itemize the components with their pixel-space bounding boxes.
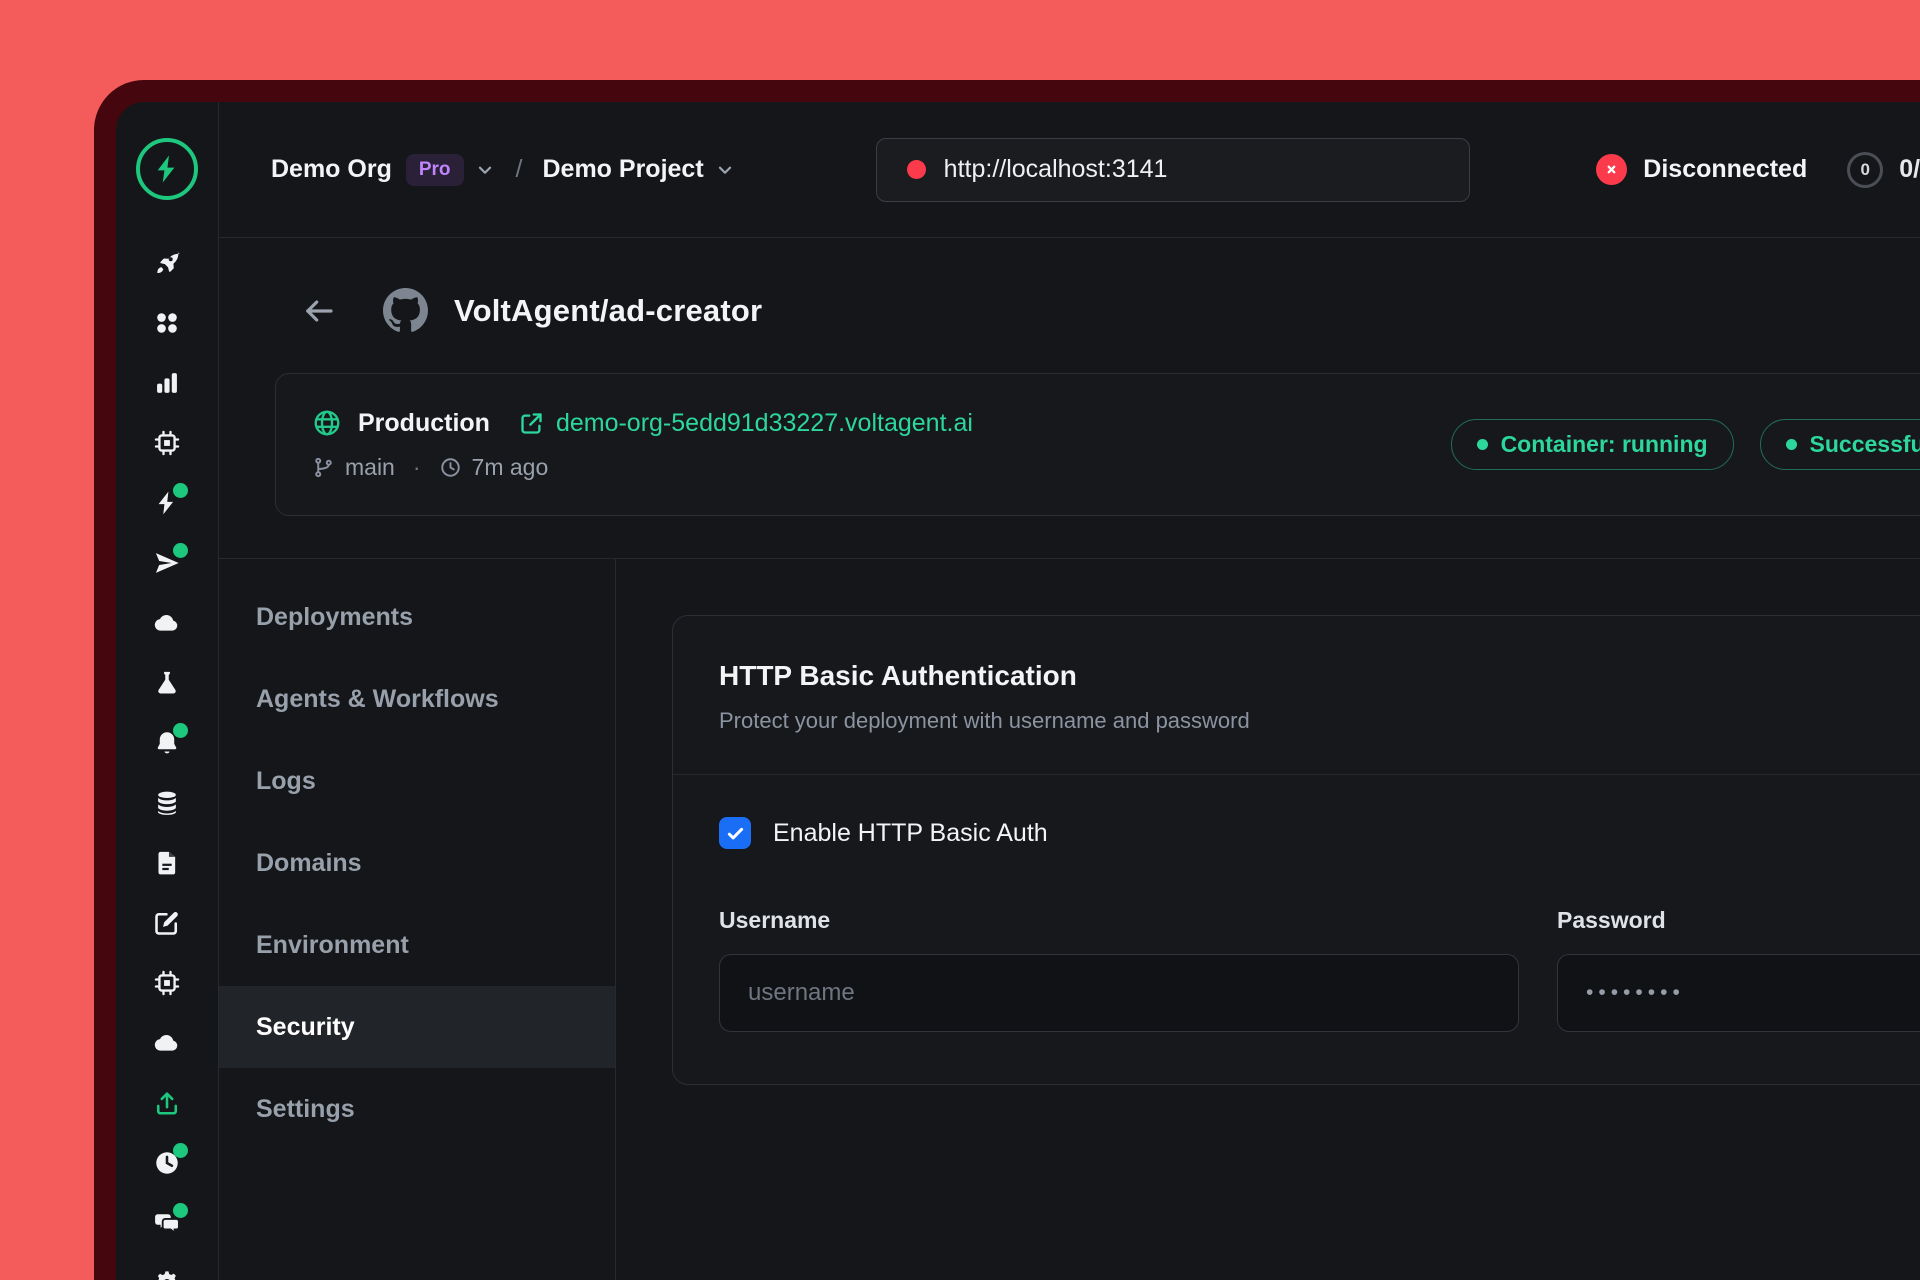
check-icon [725,823,746,844]
card-subtitle: Protect your deployment with username an… [719,708,1920,734]
notification-dot [173,543,188,558]
desktop-background: Demo Org Pro / Demo Project http://local… [0,0,1920,1280]
credential-fields: Username Password [719,907,1920,1032]
app-window: Demo Org Pro / Demo Project http://local… [94,80,1920,1280]
nav-item-domains[interactable]: Domains [219,822,615,904]
status-badges: Container: running Successful [1421,419,1920,470]
globe-icon [312,408,342,438]
password-label: Password [1557,907,1920,934]
document-icon[interactable] [137,835,197,895]
org-switcher[interactable]: Demo Org Pro [271,154,496,186]
username-field-group: Username [719,907,1519,1032]
deployment-meta: main · 7m ago [312,454,973,481]
connection-status-label[interactable]: Disconnected [1643,155,1807,184]
status-dot-icon [1477,439,1488,450]
deployment-card: Production demo-org-5edd91d33227.voltage… [275,373,1920,516]
icon-sidebar [116,102,219,1280]
rocket-icon[interactable] [137,235,197,295]
grid-icon[interactable] [137,295,197,355]
arrow-left-icon [301,293,337,329]
deployment-subnav: DeploymentsAgents & WorkflowsLogsDomains… [219,559,616,1280]
voltagent-bolt-icon [150,152,184,186]
username-input[interactable] [719,954,1519,1032]
database-icon[interactable] [137,775,197,835]
agent-counter-label: 0/6 [1899,155,1920,184]
top-bar: Demo Org Pro / Demo Project http://local… [219,102,1920,238]
password-field-group: Password [1557,907,1920,1032]
disconnected-x-icon [1596,154,1627,185]
clock-icon[interactable] [137,1135,197,1195]
server-url-value: http://localhost:3141 [944,155,1168,184]
chevron-down-icon [474,159,496,181]
cloud-icon[interactable] [137,595,197,655]
deployed-ago: 7m ago [472,454,549,481]
gear-icon[interactable] [137,1255,197,1280]
nav-item-security[interactable]: Security [219,986,615,1068]
external-link-icon [518,410,545,437]
environment-name: Production [358,409,490,438]
project-name: Demo Project [543,155,704,184]
notification-dot [173,483,188,498]
card-header: HTTP Basic Authentication Protect your d… [673,616,1920,774]
plan-badge: Pro [406,154,464,186]
deployment-info: Production demo-org-5edd91d33227.voltage… [312,408,973,481]
nav-item-settings[interactable]: Settings [219,1068,615,1150]
cloud-icon[interactable] [137,1015,197,1075]
send-icon[interactable] [137,535,197,595]
notification-dot [173,1143,188,1158]
meta-separator: · [413,454,421,481]
clock-icon [439,456,462,479]
nav-item-deployments[interactable]: Deployments [219,576,615,658]
github-icon[interactable] [383,288,428,333]
chat-bubbles-icon[interactable] [137,1195,197,1255]
pencil-square-icon[interactable] [137,895,197,955]
connection-dot-icon [907,160,926,179]
nav-item-agents-workflows[interactable]: Agents & Workflows [219,658,615,740]
breadcrumb-separator: / [516,155,523,184]
chevron-down-icon [714,159,736,181]
org-name: Demo Org [271,155,392,184]
checkbox-label: Enable HTTP Basic Auth [773,819,1048,848]
nav-item-environment[interactable]: Environment [219,904,615,986]
deployment-domain-link[interactable]: demo-org-5edd91d33227.voltagent.ai [518,409,973,438]
server-url-input[interactable]: http://localhost:3141 [876,138,1470,202]
lightning-bolt-icon[interactable] [137,475,197,535]
sidebar-icon-list [137,235,197,1280]
card-title: HTTP Basic Authentication [719,660,1920,692]
status-dot-icon [1786,439,1797,450]
page-title: VoltAgent/ad-creator [454,293,762,329]
enable-basic-auth-row[interactable]: Enable HTTP Basic Auth [719,817,1048,849]
repo-header: VoltAgent/ad-creator [301,288,1920,333]
voltagent-logo[interactable] [136,138,198,200]
password-input[interactable] [1557,954,1920,1032]
back-button[interactable] [301,293,337,329]
topbar-right-group: Disconnected 0 0/6 [1596,152,1920,188]
bell-icon[interactable] [137,715,197,775]
upload-icon[interactable] [137,1075,197,1135]
http-basic-auth-card: HTTP Basic Authentication Protect your d… [672,615,1920,1085]
cpu-chip-icon[interactable] [137,415,197,475]
domain-text: demo-org-5edd91d33227.voltagent.ai [556,409,973,438]
project-switcher[interactable]: Demo Project [543,155,736,184]
status-badge-container-running: Container: running [1451,419,1734,470]
enable-basic-auth-checkbox[interactable] [719,817,751,849]
workspace: DeploymentsAgents & WorkflowsLogsDomains… [219,558,1920,1280]
git-branch-icon [312,456,335,479]
bar-chart-icon[interactable] [137,355,197,415]
nav-item-logs[interactable]: Logs [219,740,615,822]
cpu-chip-icon[interactable] [137,955,197,1015]
username-label: Username [719,907,1519,934]
agent-counter-ring[interactable]: 0 [1847,152,1883,188]
flask-icon[interactable] [137,655,197,715]
card-body: Enable HTTP Basic Auth Username Password [673,774,1920,1084]
notification-dot [173,1203,188,1218]
content-area: HTTP Basic Authentication Protect your d… [616,559,1920,1280]
notification-dot [173,723,188,738]
branch-name: main [345,454,395,481]
status-badge-successful: Successful [1760,419,1920,470]
main-column: Demo Org Pro / Demo Project http://local… [219,102,1920,1280]
